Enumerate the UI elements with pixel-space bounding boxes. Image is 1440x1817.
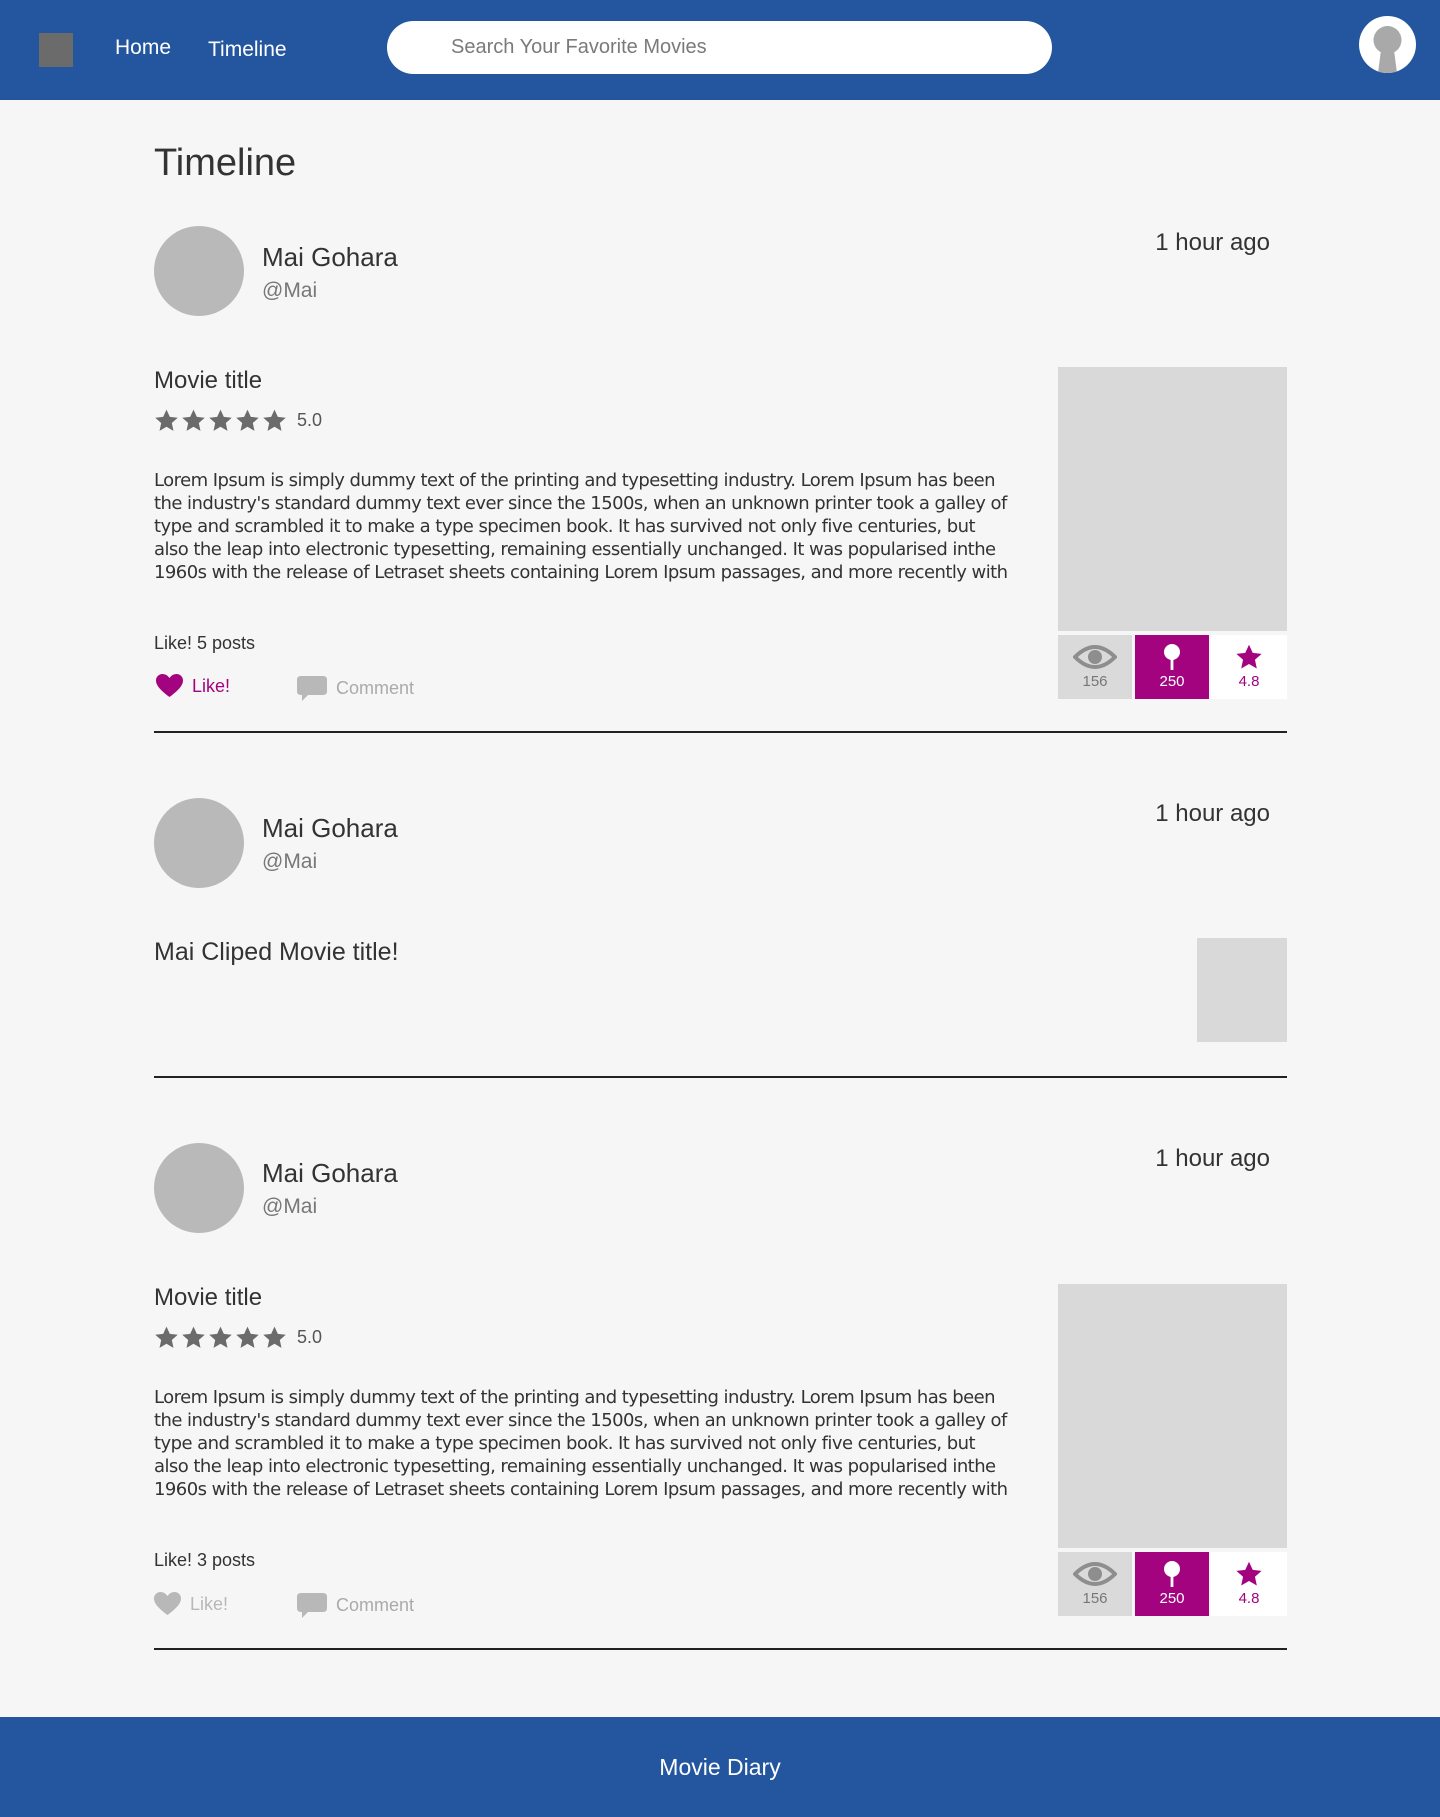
- star-icon: [155, 409, 178, 431]
- search-bar: [387, 21, 1052, 74]
- star-icon: [182, 1326, 205, 1348]
- likes-count: Like! 3 posts: [154, 1550, 256, 1570]
- app-logo[interactable]: [39, 33, 73, 67]
- nav-home-link[interactable]: Home: [115, 36, 171, 60]
- page-title: Timeline: [154, 142, 297, 184]
- rating-value: 5.0: [297, 409, 323, 430]
- star-icon: [209, 409, 232, 431]
- movie-title[interactable]: Movie title: [154, 367, 262, 395]
- post-divider: [154, 1076, 1287, 1078]
- clips-stat[interactable]: 250: [1135, 1552, 1209, 1616]
- comment-bubble-icon: [297, 676, 327, 701]
- likes-count: Like! 5 posts: [154, 633, 256, 653]
- post-card: Mai Gohara @Mai 1 hour ago Movie title 5…: [154, 226, 1287, 736]
- movie-thumbnail[interactable]: [1197, 938, 1287, 1042]
- user-profile-avatar[interactable]: [1359, 16, 1416, 73]
- nav-timeline-link[interactable]: Timeline: [208, 38, 287, 62]
- author-avatar[interactable]: [154, 226, 244, 316]
- author-avatar[interactable]: [154, 1143, 244, 1233]
- heart-icon: [156, 674, 183, 697]
- like-button[interactable]: Like!: [156, 674, 230, 698]
- comment-button[interactable]: Comment: [297, 676, 414, 701]
- views-stat[interactable]: 156: [1058, 635, 1132, 699]
- author-handle: @Mai: [262, 279, 318, 302]
- post-timestamp: 1 hour ago: [1155, 800, 1270, 827]
- eye-icon: [1073, 1562, 1117, 1586]
- star-icon: [209, 1326, 232, 1348]
- author-name[interactable]: Mai Gohara: [262, 813, 398, 844]
- pin-icon: [1164, 644, 1180, 670]
- post-timestamp: 1 hour ago: [1155, 229, 1270, 256]
- heart-icon: [154, 1592, 181, 1615]
- star-icon: [263, 409, 286, 431]
- post-divider: [154, 731, 1287, 733]
- author-avatar[interactable]: [154, 798, 244, 888]
- star-icon: [236, 409, 259, 431]
- average-rating: 4.8: [1238, 1590, 1260, 1607]
- star-icon: [236, 1326, 259, 1348]
- author-handle: @Mai: [262, 1195, 318, 1218]
- rating-value: 5.0: [297, 1326, 323, 1347]
- rating-stat[interactable]: 4.8: [1211, 1552, 1287, 1616]
- views-count: 156: [1082, 1590, 1108, 1607]
- clip-activity-text: Mai Cliped Movie title!: [154, 938, 399, 966]
- review-text: Lorem Ipsum is simply dummy text of the …: [154, 1387, 1008, 1500]
- top-nav-bar: Home Timeline: [0, 0, 1440, 100]
- post-card: Mai Gohara @Mai 1 hour ago Movie title 5…: [154, 1143, 1287, 1653]
- review-text: Lorem Ipsum is simply dummy text of the …: [154, 470, 1008, 583]
- author-handle: @Mai: [262, 850, 318, 873]
- pin-icon: [1164, 1561, 1180, 1587]
- views-stat[interactable]: 156: [1058, 1552, 1132, 1616]
- post-timestamp: 1 hour ago: [1155, 1145, 1270, 1172]
- movie-poster[interactable]: [1058, 367, 1287, 631]
- like-label: Like!: [192, 675, 231, 696]
- footer-title: Movie Diary: [659, 1753, 781, 1780]
- star-icon: [263, 1326, 286, 1348]
- search-input[interactable]: [451, 21, 1031, 74]
- author-name[interactable]: Mai Gohara: [262, 242, 398, 273]
- star-icon: [1236, 644, 1262, 669]
- footer: Movie Diary: [0, 1717, 1440, 1817]
- movie-poster[interactable]: [1058, 1284, 1287, 1548]
- clips-count: 250: [1159, 673, 1185, 690]
- comment-bubble-icon: [297, 1593, 327, 1618]
- post-card: Mai Gohara @Mai 1 hour ago Mai Cliped Mo…: [154, 798, 1287, 1080]
- comment-label: Comment: [336, 1595, 415, 1615]
- star-icon: [182, 409, 205, 431]
- like-button[interactable]: Like!: [154, 1592, 228, 1616]
- comment-button[interactable]: Comment: [297, 1593, 414, 1618]
- clips-stat[interactable]: 250: [1135, 635, 1209, 699]
- views-count: 156: [1082, 673, 1108, 690]
- star-rating: 5.0: [154, 1324, 322, 1350]
- movie-title[interactable]: Movie title: [154, 1284, 262, 1312]
- eye-icon: [1073, 645, 1117, 669]
- author-name[interactable]: Mai Gohara: [262, 1158, 398, 1189]
- star-icon: [1236, 1561, 1262, 1586]
- star-rating: 5.0: [154, 407, 322, 433]
- post-divider: [154, 1648, 1287, 1650]
- like-label: Like!: [190, 1593, 229, 1614]
- rating-stat[interactable]: 4.8: [1211, 635, 1287, 699]
- user-silhouette-icon: [1373, 26, 1402, 73]
- average-rating: 4.8: [1238, 673, 1260, 690]
- star-icon: [155, 1326, 178, 1348]
- comment-label: Comment: [336, 678, 415, 698]
- clips-count: 250: [1159, 1590, 1185, 1607]
